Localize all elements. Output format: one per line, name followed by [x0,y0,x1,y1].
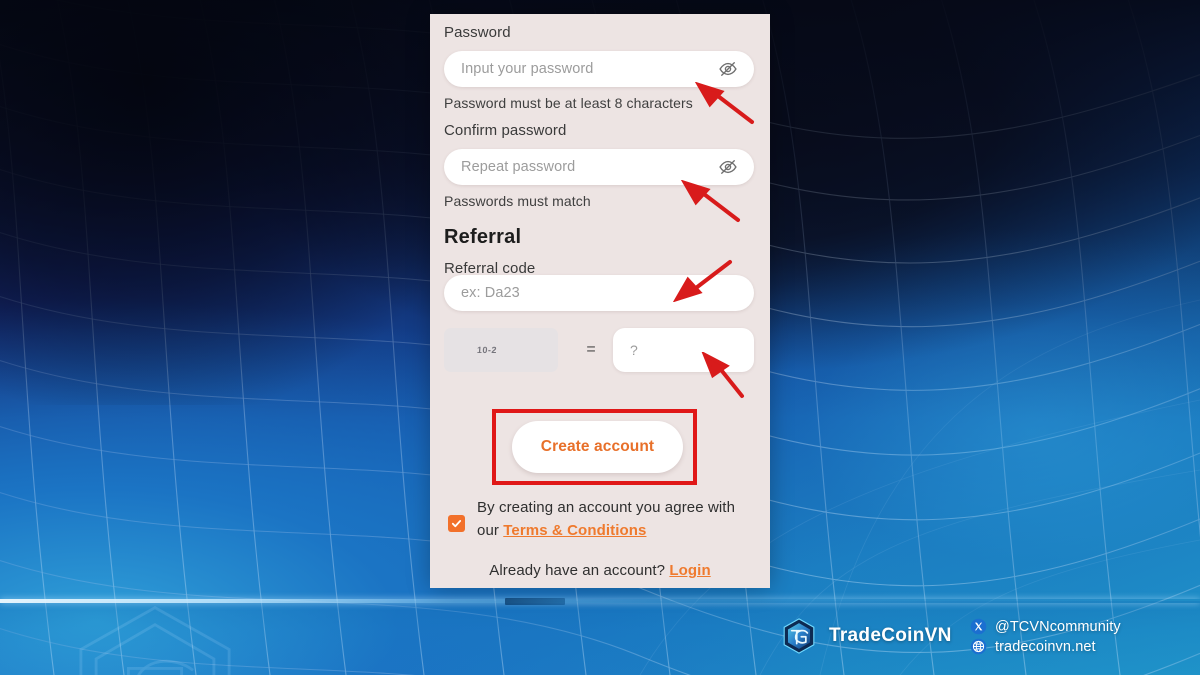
social-link-x[interactable]: @TCVNcommunity [970,618,1121,635]
x-twitter-icon [970,618,987,635]
confirm-password-label: Confirm password [444,122,567,139]
referral-code-placeholder: ex: Da23 [461,285,520,301]
eye-off-icon[interactable] [718,59,738,79]
terms-agreement-row[interactable]: By creating an account you agree with ou… [448,496,754,543]
hexagon-watermark-icon [79,605,231,675]
login-link[interactable]: Login [669,562,710,579]
social-handle-website: tradecoinvn.net [995,638,1096,655]
password-placeholder: Input your password [461,61,594,77]
eye-off-icon[interactable] [718,157,738,177]
tradecoinvn-hexagon-logo-icon [783,618,815,654]
annotation-arrow-referral-input [672,260,732,302]
captcha-equals-sign: = [586,341,596,358]
create-account-button[interactable]: Create account [512,421,683,473]
social-link-website[interactable]: tradecoinvn.net [970,638,1121,655]
login-prompt-row: Already have an account? Login [430,562,770,579]
globe-icon [970,638,987,655]
terms-text: By creating an account you agree with ou… [477,496,754,543]
footer-divider-accent [505,598,565,605]
brand-name: TradeCoinVN [829,625,952,646]
captcha-challenge-image: 10-2 [444,328,558,372]
terms-conditions-link[interactable]: Terms & Conditions [503,522,646,539]
social-handle-x: @TCVNcommunity [995,618,1121,635]
annotation-arrow-password-hint [694,82,754,124]
annotation-arrow-confirm-hint [680,180,740,222]
social-links-group: @TCVNcommunity tradecoinvn.net [970,618,1121,655]
brand-logo-group: TradeCoinVN [780,617,952,655]
confirm-password-placeholder: Repeat password [461,159,576,175]
password-hint: Password must be at least 8 characters [444,95,693,111]
login-prompt-text: Already have an account? [489,562,670,579]
confirm-password-hint: Passwords must match [444,193,591,209]
referral-section-title: Referral [444,226,522,248]
screenshot-root: Password Input your password Password mu… [0,0,1200,675]
captcha-answer-placeholder: ? [630,342,638,358]
captcha-challenge-text: 10-2 [476,345,498,355]
password-label: Password [444,24,511,41]
annotation-arrow-captcha-answer [701,352,744,398]
background-dark-overlay-left [0,0,480,405]
terms-checkbox[interactable] [448,515,465,532]
